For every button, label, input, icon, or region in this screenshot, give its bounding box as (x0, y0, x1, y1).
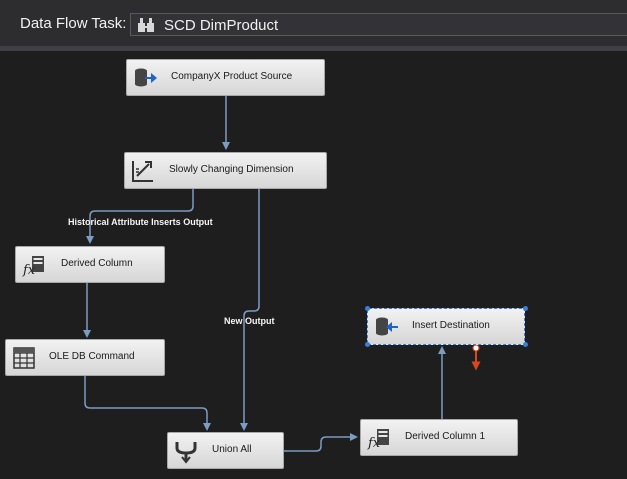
path-label-new-output: New Output (224, 316, 275, 326)
slowly-changing-dimension-icon (132, 161, 153, 182)
component-label: Derived Column 1 (405, 431, 486, 442)
union-all-icon (175, 442, 197, 464)
error-output-arrow[interactable] (471, 344, 481, 371)
component-union-all[interactable]: Union All (167, 432, 284, 469)
oledb-source-icon (135, 68, 157, 87)
path-new-output[interactable] (240, 188, 260, 431)
component-derived-column[interactable]: fx Derived Column (15, 246, 165, 283)
svg-text:fx: fx (22, 263, 36, 278)
path-oledb-to-union[interactable] (84, 374, 211, 431)
path-label-historical: Historical Attribute Inserts Output (68, 217, 213, 227)
selection-handle[interactable] (523, 306, 528, 311)
component-oledb-command[interactable]: OLE DB Command (5, 339, 165, 376)
component-label: Derived Column (61, 258, 133, 269)
component-label: Union All (212, 444, 252, 455)
path-union-to-derived1[interactable] (284, 433, 358, 452)
component-label: Slowly Changing Dimension (169, 164, 294, 175)
oledb-command-icon (13, 347, 35, 369)
oledb-destination-icon (376, 317, 398, 336)
component-slowly-changing-dimension[interactable]: Slowly Changing Dimension (124, 152, 327, 189)
selection-handle[interactable] (523, 342, 528, 347)
component-label: OLE DB Command (49, 351, 135, 362)
selection-handle[interactable] (365, 342, 370, 347)
path-historical-output[interactable] (86, 188, 194, 244)
derived-column-icon: fx (22, 256, 44, 278)
component-label: CompanyX Product Source (171, 71, 293, 82)
component-insert-destination[interactable]: Insert Destination (367, 308, 525, 345)
derived-column-icon: fx (367, 429, 389, 451)
component-label: Insert Destination (412, 320, 490, 331)
component-companyx-product-source[interactable]: CompanyX Product Source (126, 59, 325, 96)
component-derived-column-1[interactable]: fx Derived Column 1 (360, 419, 518, 456)
svg-text:fx: fx (367, 436, 381, 451)
selection-handle[interactable] (365, 306, 370, 311)
